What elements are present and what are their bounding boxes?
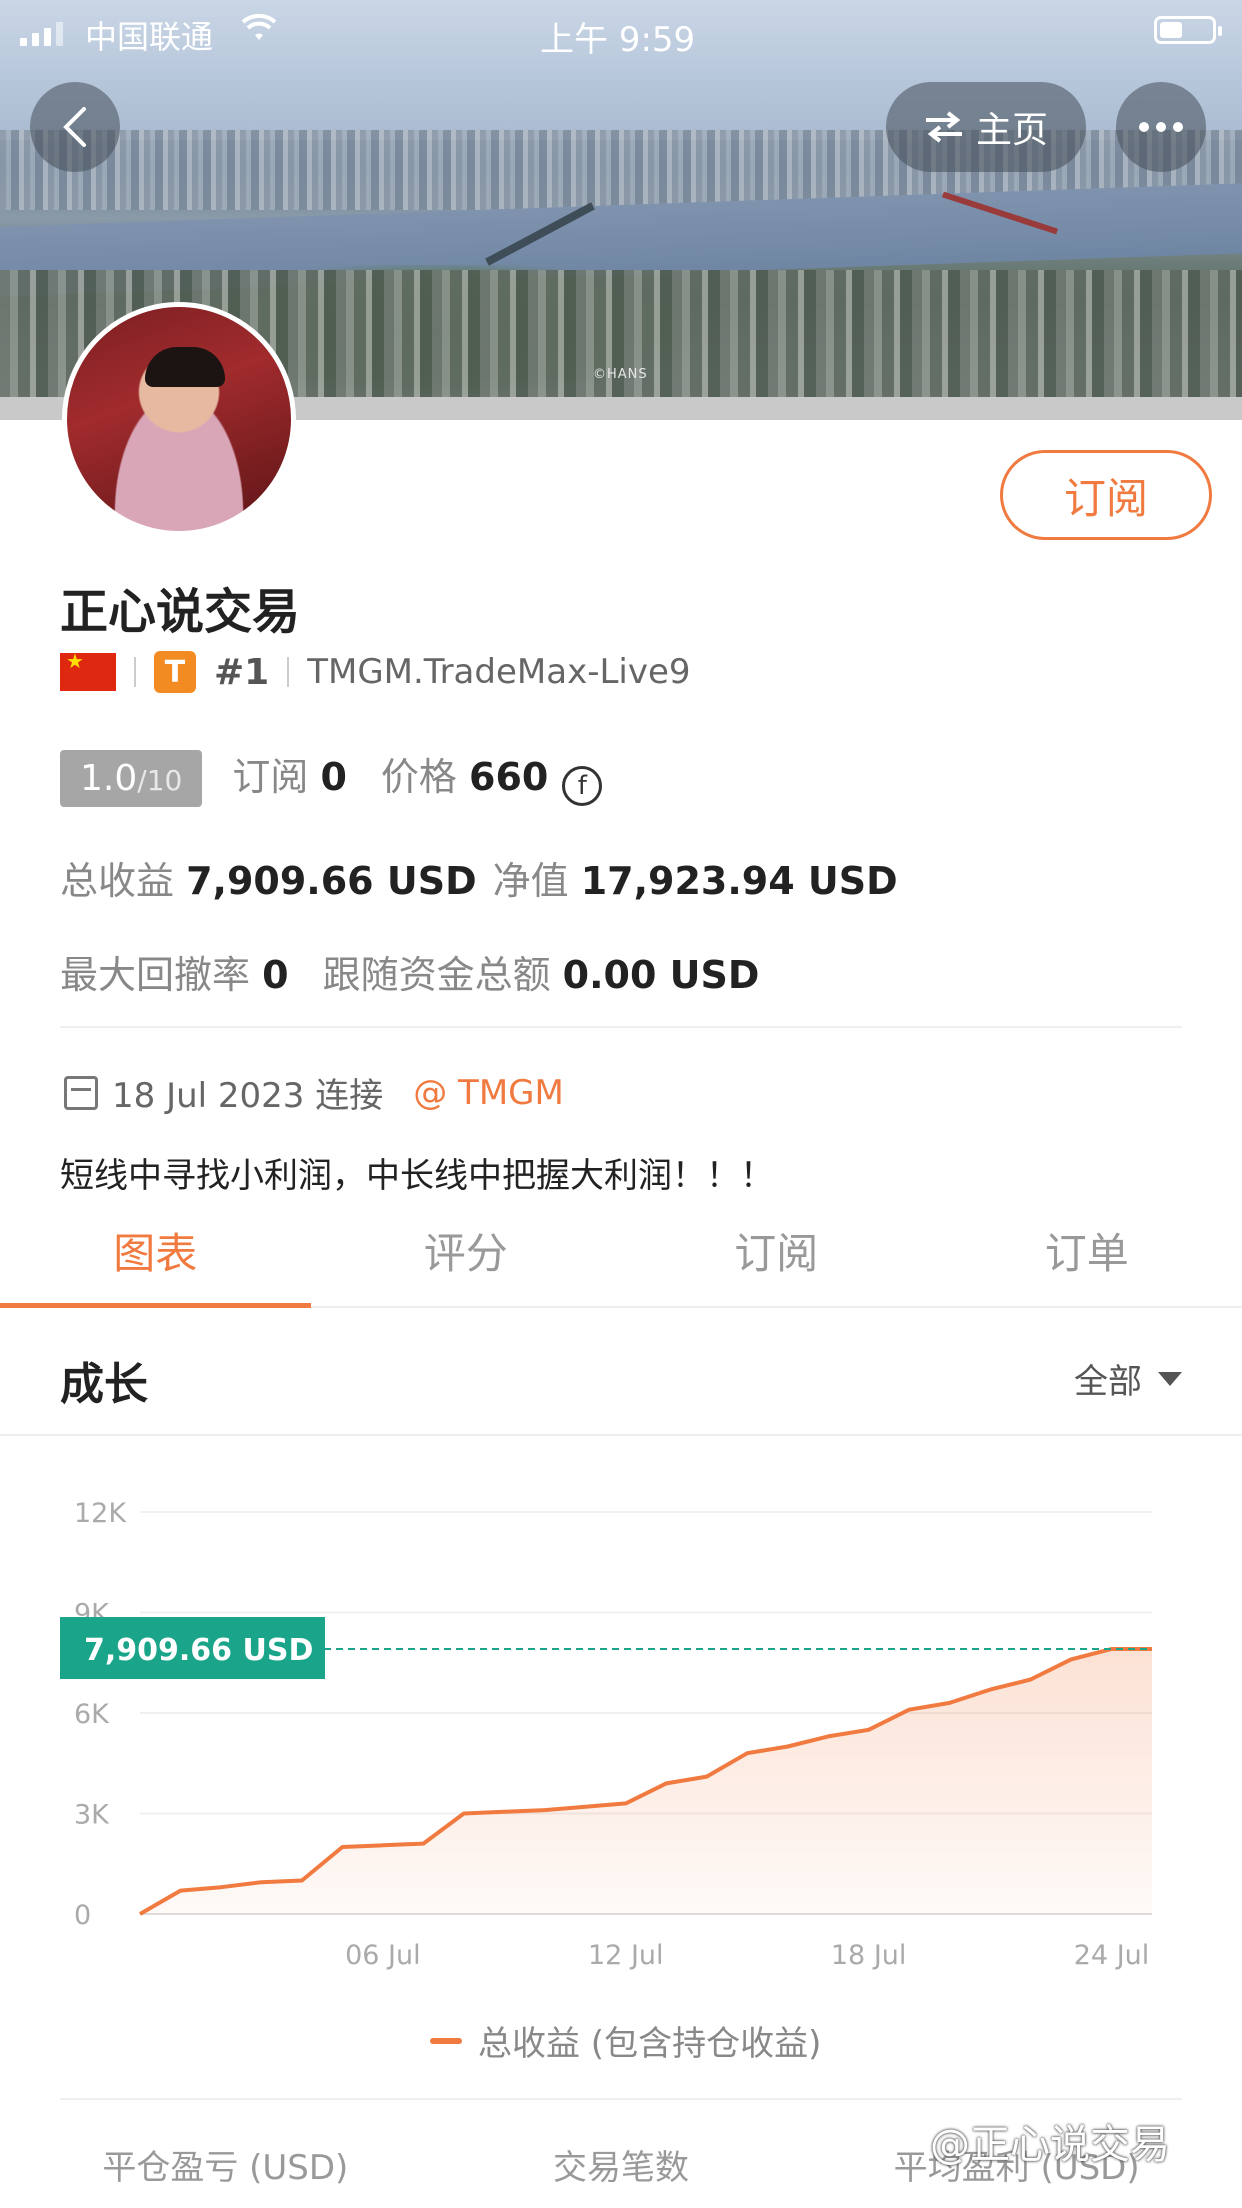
home-switch-button[interactable]: 主页 xyxy=(886,82,1086,172)
connect-date: 18 Jul 2023 连接 xyxy=(112,1076,384,1116)
status-time: 上午 9:59 xyxy=(540,20,696,60)
battery-icon xyxy=(1154,16,1222,44)
range-filter-label: 全部 xyxy=(1074,1362,1142,1402)
price-label: 价格 xyxy=(380,755,457,799)
y-tick-label: 3K xyxy=(74,1800,110,1831)
total-profit-value: 7,909.66 USD xyxy=(186,859,477,903)
rank-label: #1 xyxy=(214,651,270,693)
max-drawdown-value: 0 xyxy=(262,953,289,997)
badge-row: T #1 TMGM.TradeMax-Live9 xyxy=(60,649,691,694)
subscribe-count-label: 订阅 xyxy=(232,755,309,799)
y-tick-label: 6K xyxy=(74,1699,110,1730)
wifi-icon xyxy=(241,13,277,50)
back-button[interactable] xyxy=(30,82,120,172)
max-drawdown-label: 最大回撤率 xyxy=(60,953,251,997)
coin-icon: f xyxy=(562,766,603,806)
connect-row: 18 Jul 2023 连接 @ TMGM xyxy=(64,1068,564,1117)
legend-swatch xyxy=(430,2037,462,2044)
tier-badge: T xyxy=(154,651,196,693)
total-profit-label: 总收益 xyxy=(60,859,175,903)
equity-value: 17,923.94 USD xyxy=(580,859,898,903)
home-label: 主页 xyxy=(975,110,1048,151)
calendar-icon xyxy=(64,1075,98,1110)
subscribe-count: 0 xyxy=(320,755,347,799)
x-tick-label: 18 Jul xyxy=(831,1940,907,1971)
price-value: 660 xyxy=(469,755,549,799)
reference-label: 7,909.66 USD xyxy=(84,1633,313,1668)
status-bar: 中国联通 上午 9:59 xyxy=(0,0,1242,62)
bio-text: 短线中寻找小利润，中长线中把握大利润！！！ xyxy=(60,1156,774,1196)
trader-name: 正心说交易 xyxy=(60,584,301,640)
profit-row: 总收益 7,909.66 USD 净值 17,923.94 USD xyxy=(60,850,898,905)
subscribe-button[interactable]: 订阅 xyxy=(1000,450,1212,540)
growth-section-header: 成长 全部 xyxy=(0,1308,1242,1436)
china-flag-icon xyxy=(60,649,116,691)
caret-down-icon xyxy=(1158,1371,1182,1386)
y-tick-label: 12K xyxy=(74,1498,127,1529)
watermark: @正心说交易 xyxy=(930,2122,1170,2168)
equity-label: 净值 xyxy=(492,859,569,903)
tab-orders[interactable]: 订单 xyxy=(932,1210,1242,1306)
more-icon xyxy=(1139,122,1183,132)
score-row: 1.0/10 订阅 0 价格 660 f xyxy=(60,746,603,807)
x-tick-label: 24 Jul xyxy=(1074,1940,1150,1971)
tab-chart[interactable]: 图表 xyxy=(0,1210,311,1308)
legend-label: 总收益 (包含持仓收益) xyxy=(478,2024,822,2064)
signal-icon xyxy=(20,22,63,46)
broker-link[interactable]: @ TMGM xyxy=(413,1073,564,1113)
carrier-name: 中国联通 xyxy=(85,18,214,56)
server-name: TMGM.TradeMax-Live9 xyxy=(307,652,691,692)
tab-rating[interactable]: 评分 xyxy=(311,1210,622,1306)
follow-funds-value: 0.00 USD xyxy=(562,953,760,997)
x-tick-label: 06 Jul xyxy=(345,1940,421,1971)
chart-legend: 总收益 (包含持仓收益) xyxy=(430,2016,821,2065)
tab-bar: 图表 评分 订阅 订单 xyxy=(0,1210,1242,1308)
avatar[interactable] xyxy=(62,302,296,536)
chevron-left-icon xyxy=(63,107,86,147)
growth-chart: 03K6K9K12K 06 Jul 12 Jul 18 Jul 24 Jul 7,90… xyxy=(60,1498,1152,1971)
divider xyxy=(60,1026,1182,1028)
banner-credit: ©HANS xyxy=(593,367,648,382)
x-tick-label: 12 Jul xyxy=(588,1940,664,1971)
follow-funds-label: 跟随资金总额 xyxy=(322,953,551,997)
score-badge: 1.0/10 xyxy=(60,750,203,807)
divider xyxy=(60,2098,1182,2100)
swap-icon xyxy=(925,111,962,143)
more-button[interactable] xyxy=(1116,82,1206,172)
range-filter-dropdown[interactable]: 全部 xyxy=(1074,1354,1182,1403)
trade-count-label: 交易笔数 xyxy=(552,2148,689,2188)
y-tick-label: 0 xyxy=(74,1900,91,1931)
section-title: 成长 xyxy=(60,1359,148,1410)
tab-subscribe[interactable]: 订阅 xyxy=(621,1210,932,1306)
drawdown-row: 最大回撤率 0 跟随资金总额 0.00 USD xyxy=(60,944,759,999)
closed-pnl-label: 平仓盈亏 (USD) xyxy=(102,2148,349,2188)
